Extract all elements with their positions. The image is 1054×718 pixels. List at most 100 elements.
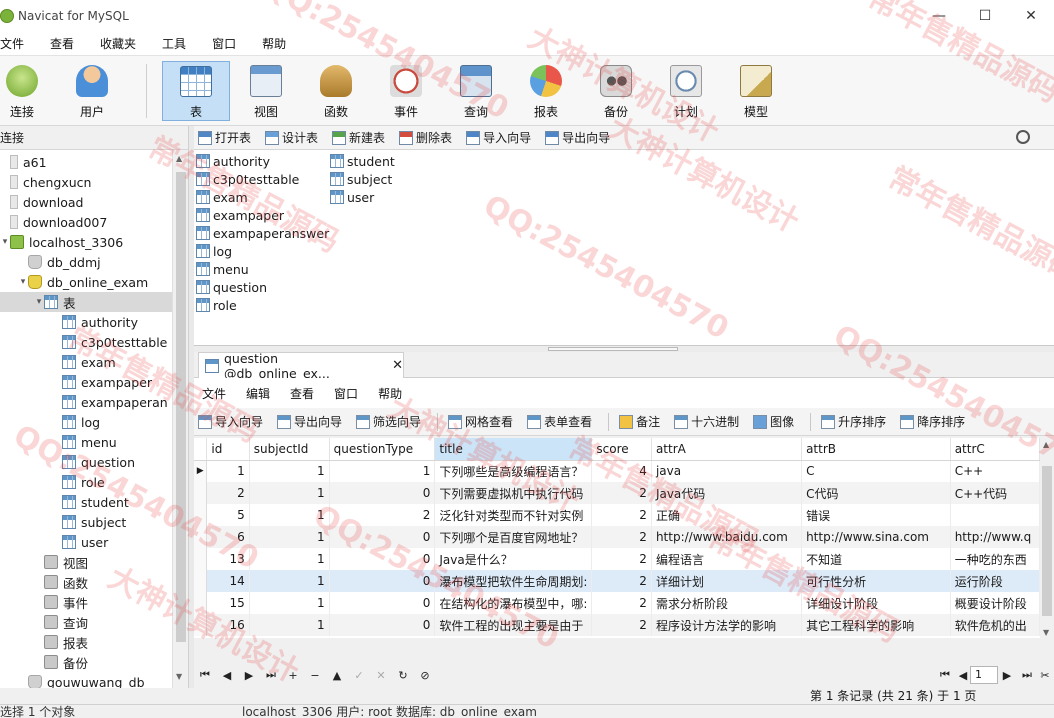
cell-attrB[interactable]: 不知道 (801, 548, 951, 570)
tree-item-函数[interactable]: 函数 (0, 572, 172, 592)
export-wizard-button[interactable]: 导出向导 (273, 413, 342, 430)
object-item-subject[interactable]: subject (330, 170, 392, 188)
column-header-score[interactable]: score (591, 438, 652, 461)
object-item-exampaper[interactable]: exampaper (196, 206, 284, 224)
cell-attrC[interactable]: 概要设计阶段 (950, 592, 1040, 614)
tree-item-c3p0testtable[interactable]: c3p0testtable (0, 332, 172, 352)
view-button[interactable]: 视图 (232, 61, 300, 121)
cell-score[interactable]: 2 (591, 482, 652, 504)
cell-subjectId[interactable]: 1 (249, 460, 330, 482)
cell-score[interactable]: 2 (591, 526, 652, 548)
function-button[interactable]: 函数 (302, 61, 370, 121)
import-wizard-button[interactable]: 导入向导 (462, 129, 531, 146)
scroll-down-icon[interactable]: ▼ (1043, 628, 1049, 637)
tree-item-gouwuwang_db[interactable]: gouwuwang_db (0, 672, 172, 688)
cell-attrB[interactable]: http://www.sina.com (801, 526, 951, 548)
collapse-icon[interactable]: ▾ (0, 237, 10, 247)
search-icon[interactable] (1016, 130, 1030, 144)
tree-scrollbar[interactable]: ▲ ▼ (172, 150, 188, 688)
filter-wizard-button[interactable]: 筛选向导 (352, 413, 421, 430)
backup-button[interactable]: 备份 (582, 61, 650, 121)
delete-table-button[interactable]: 删除表 (395, 129, 452, 146)
minimize-button[interactable]: — (916, 0, 962, 32)
cell-attrB[interactable]: 可行性分析 (801, 570, 951, 592)
cell-subjectId[interactable]: 1 (249, 570, 330, 592)
cell-questionType[interactable]: 0 (329, 570, 436, 592)
tree-item-authority[interactable]: authority (0, 312, 172, 332)
scroll-up-icon[interactable]: ▲ (176, 154, 182, 163)
hex-button[interactable]: 十六进制 (670, 413, 739, 430)
first-record-icon[interactable]: ⏮ (194, 668, 216, 682)
last-record-icon[interactable]: ⏭ (260, 668, 282, 682)
cell-questionType[interactable]: 0 (329, 482, 436, 504)
submenu-edit[interactable]: 编辑 (236, 385, 280, 402)
cell-title[interactable]: 瀑布模型把软件生命周期划: (434, 570, 593, 592)
table-row[interactable]: 5 1 2 泛化针对类型而不针对实例 2 正确 错误 (194, 504, 1040, 526)
cell-attrC[interactable]: C++代码 (950, 482, 1040, 504)
tree-item-download[interactable]: download (0, 192, 172, 212)
tree-item-exampaperan[interactable]: exampaperan (0, 392, 172, 412)
tree-item-db_online_exam[interactable]: ▾ db_online_exam (0, 272, 172, 292)
tree-item-localhost_3306[interactable]: ▾ localhost_3306 (0, 232, 172, 252)
cell-score[interactable]: 2 (591, 614, 652, 636)
scroll-up-icon[interactable]: ▲ (1043, 440, 1049, 449)
cell-attrA[interactable]: 编程语言 (651, 548, 803, 570)
page-number-input[interactable]: 1 (970, 666, 998, 684)
cell-questionType[interactable]: 0 (329, 614, 436, 636)
object-item-student[interactable]: student (330, 152, 395, 170)
menu-help[interactable]: 帮助 (249, 35, 299, 52)
tree-item-db_ddmj[interactable]: db_ddmj (0, 252, 172, 272)
tree-item-chengxucn[interactable]: chengxucn (0, 172, 172, 192)
tree-item-exampaper[interactable]: exampaper (0, 372, 172, 392)
design-table-button[interactable]: 设计表 (261, 129, 318, 146)
cell-id[interactable]: 6 (206, 526, 250, 548)
cell-questionType[interactable]: 0 (329, 526, 436, 548)
import-wizard-button[interactable]: 导入向导 (194, 413, 263, 430)
report-button[interactable]: 报表 (512, 61, 580, 121)
sort-descending-button[interactable]: 降序排序 (896, 413, 965, 430)
object-item-exam[interactable]: exam (196, 188, 248, 206)
form-view-button[interactable]: 表单查看 (523, 413, 592, 430)
column-header-questionType[interactable]: questionType (329, 438, 436, 461)
close-button[interactable]: ✕ (1008, 0, 1054, 32)
cell-id[interactable]: 2 (206, 482, 250, 504)
tree-scroll-thumb[interactable] (176, 172, 186, 642)
cell-id[interactable]: 13 (206, 548, 250, 570)
memo-button[interactable]: 备注 (615, 413, 660, 430)
user-button[interactable]: 用户 (58, 61, 126, 121)
cell-title[interactable]: 泛化针对类型而不针对实例 (434, 504, 593, 526)
model-button[interactable]: 模型 (722, 61, 790, 121)
cell-score[interactable]: 4 (591, 460, 652, 482)
object-item-user[interactable]: user (330, 188, 374, 206)
column-header-attrC[interactable]: attrC (950, 438, 1040, 461)
menu-tools[interactable]: 工具 (149, 35, 199, 52)
maximize-button[interactable]: ☐ (962, 0, 1008, 32)
up-icon[interactable]: ▲ (326, 669, 348, 682)
next-record-icon[interactable]: ▶ (238, 669, 260, 682)
event-button[interactable]: 事件 (372, 61, 440, 121)
next-page-icon[interactable]: ▶ (996, 669, 1018, 682)
cell-title[interactable]: 下列哪个是百度官网地址？ (434, 526, 593, 548)
collapse-icon[interactable]: ▾ (34, 297, 44, 307)
tree-item-a61[interactable]: a61 (0, 152, 172, 172)
cell-id[interactable]: 5 (206, 504, 250, 526)
cell-subjectId[interactable]: 1 (249, 504, 330, 526)
cell-id[interactable]: 15 (206, 592, 250, 614)
cell-subjectId[interactable]: 1 (249, 592, 330, 614)
add-record-icon[interactable]: + (282, 669, 304, 682)
tree-item-exam[interactable]: exam (0, 352, 172, 372)
cell-attrB[interactable]: 错误 (801, 504, 951, 526)
cell-title[interactable]: 软件工程的出现主要是由于 (434, 614, 593, 636)
cell-attrA[interactable]: java (651, 460, 803, 482)
tree-item-download007[interactable]: download007 (0, 212, 172, 232)
cell-subjectId[interactable]: 1 (249, 482, 330, 504)
tree-item-student[interactable]: student (0, 492, 172, 512)
apply-icon[interactable]: ✓ (348, 669, 370, 682)
column-header-title[interactable]: title (434, 438, 593, 461)
cell-title[interactable]: 下列需要虚拟机中执行代码 (434, 482, 593, 504)
grid-view-button[interactable]: 网格查看 (444, 413, 513, 430)
column-header-id[interactable]: id (206, 438, 250, 461)
table-row[interactable]: 14 1 0 瀑布模型把软件生命周期划: 2 详细计划 可行性分析 运行阶段 (194, 570, 1040, 592)
object-item-role[interactable]: role (196, 296, 237, 314)
cell-title[interactable]: Java是什么？ (434, 548, 593, 570)
